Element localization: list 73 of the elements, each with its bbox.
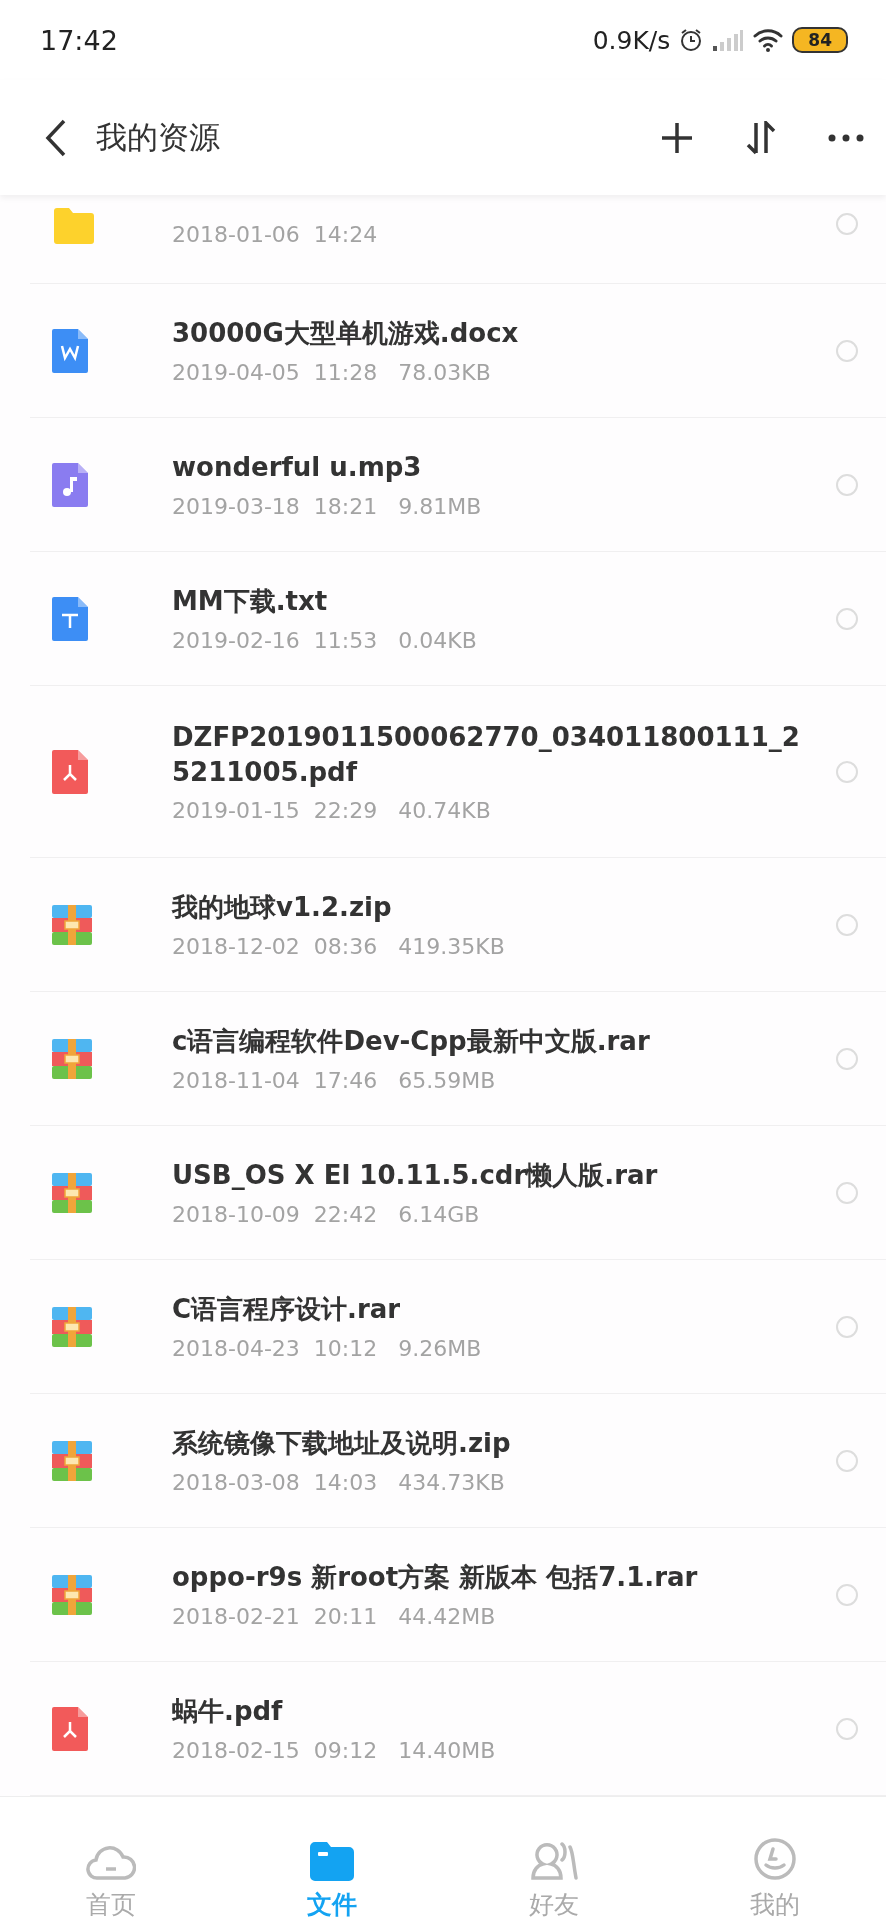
select-radio[interactable] (836, 1717, 858, 1740)
file-details: 2019-02-16 11:53 0.04KB (172, 627, 478, 653)
battery-indicator: 84 (792, 27, 848, 53)
archive-file-icon (52, 1306, 92, 1347)
file-name: 蜗牛.pdf (172, 1695, 284, 1729)
file-row[interactable]: 系统镜像下载地址及说明.zip 2018-03-08 14:03 434.73KB (30, 1394, 886, 1528)
file-row[interactable]: c语言编程软件Dev-Cpp最新中文版.rar 2018-11-04 17:46 65.59MB (30, 992, 886, 1126)
wifi-icon (752, 27, 785, 53)
file-details: 2018-01-06 14:24 (172, 222, 379, 247)
word-file-icon (52, 328, 88, 373)
more-icon[interactable] (828, 133, 864, 142)
file-details: 2019-03-18 18:21 9.81MB (172, 493, 483, 519)
select-radio[interactable] (836, 1315, 858, 1338)
file-details: 2018-02-15 09:12 14.40MB (172, 1737, 497, 1763)
select-radio[interactable] (836, 1449, 858, 1472)
file-name: DZFP2019011500062770_034011800111_25211005.pdf (172, 720, 801, 789)
archive-file-icon (52, 904, 92, 945)
folder-icon (310, 1840, 355, 1881)
select-radio[interactable] (836, 473, 858, 496)
select-radio[interactable] (836, 607, 858, 630)
file-details: 2019-01-15 22:29 40.74KB (172, 798, 492, 824)
file-name: 系统镜像下载地址及说明.zip (172, 1427, 512, 1461)
file-row[interactable]: 30000G大型单机游戏.docx 2019-04-05 11:28 78.03KB (30, 284, 886, 418)
select-radio[interactable] (836, 1047, 858, 1070)
file-details: 2018-04-23 10:12 9.26MB (172, 1335, 483, 1361)
file-details: 2018-10-09 22:42 6.14GB (172, 1201, 481, 1227)
folder-icon (52, 207, 96, 245)
file-name: C语言程序设计.rar (172, 1293, 402, 1327)
file-name: 我的地球v1.2.zip (172, 891, 393, 925)
network-speed: 0.9K/s (592, 25, 671, 55)
back-icon[interactable] (45, 118, 67, 157)
file-name: wonderful u.mp3 (172, 451, 423, 485)
archive-file-icon (52, 1574, 92, 1615)
text-file-icon (52, 596, 88, 641)
archive-file-icon (52, 1172, 92, 1213)
file-name: 30000G大型单机游戏.docx (172, 317, 520, 351)
sort-icon[interactable] (746, 120, 776, 155)
file-row[interactable]: C语言程序设计.rar 2018-04-23 10:12 9.26MB (30, 1260, 886, 1394)
file-row[interactable]: DZFP2019011500062770_034011800111_25211005.pdf 2019-01-15 22:29 40.74KB (30, 686, 886, 858)
file-name: oppo-r9s 新root方案 新版本 包括7.1.rar (172, 1561, 699, 1595)
audio-file-icon (52, 462, 88, 507)
pdf-file-icon (52, 1706, 88, 1751)
file-details: 2018-03-08 14:03 434.73KB (172, 1469, 506, 1495)
file-details: 2018-02-21 20:11 44.42MB (172, 1603, 497, 1629)
select-radio[interactable] (836, 213, 858, 235)
select-radio[interactable] (836, 760, 858, 783)
file-details: 2019-04-05 11:28 78.03KB (172, 359, 492, 385)
select-radio[interactable] (836, 913, 858, 936)
archive-file-icon (52, 1440, 92, 1481)
add-icon[interactable] (660, 120, 694, 155)
tab-label: 首页 (85, 1888, 136, 1920)
smiley-icon (753, 1836, 798, 1881)
select-radio[interactable] (836, 339, 858, 362)
select-radio[interactable] (836, 1181, 858, 1204)
file-name: USB_OS X El 10.11.5.cdr懒人版.rar (172, 1159, 659, 1193)
signal-icon (712, 28, 745, 52)
file-row[interactable]: wonderful u.mp3 2019-03-18 18:21 9.81MB (30, 418, 886, 552)
page-title: 我的资源 (96, 117, 221, 157)
file-row[interactable]: MM下载.txt 2019-02-16 11:53 0.04KB (30, 552, 886, 686)
select-radio[interactable] (836, 1583, 858, 1606)
file-name: MM下载.txt (172, 585, 329, 619)
pdf-file-icon (52, 749, 88, 794)
file-details: 2018-11-04 17:46 65.59MB (172, 1067, 497, 1093)
file-row[interactable]: 我的地球v1.2.zip 2018-12-02 08:36 419.35KB (30, 858, 886, 992)
file-row[interactable]: oppo-r9s 新root方案 新版本 包括7.1.rar 2018-02-21 20:11 44.42MB (30, 1528, 886, 1662)
archive-file-icon (52, 1038, 92, 1079)
tab-label: 好友 (528, 1888, 579, 1920)
status-time: 17:42 (40, 24, 118, 56)
file-row[interactable]: USB_OS X El 10.11.5.cdr懒人版.rar 2018-10-09 22:42 6.14GB (30, 1126, 886, 1260)
tab-label: 我的 (750, 1888, 801, 1920)
tab-label: 文件 (307, 1888, 358, 1920)
file-details: 2018-12-02 08:36 419.35KB (172, 933, 506, 959)
file-name: c语言编程软件Dev-Cpp最新中文版.rar (172, 1025, 651, 1059)
